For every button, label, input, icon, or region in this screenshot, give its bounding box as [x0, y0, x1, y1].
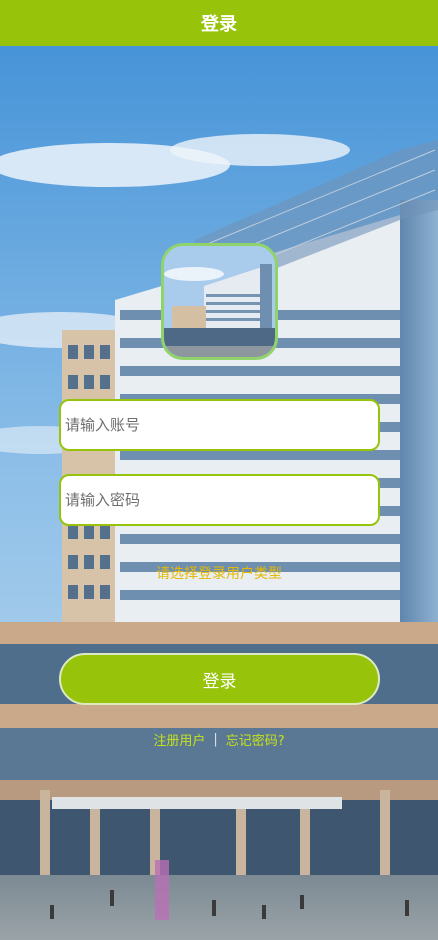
account-field[interactable]	[59, 399, 380, 451]
password-field[interactable]	[59, 474, 380, 526]
account-input[interactable]	[65, 401, 378, 449]
user-type-selector[interactable]: 请选择登录用户类型	[0, 563, 438, 583]
register-link[interactable]: 注册用户	[153, 730, 205, 749]
background-image	[0, 0, 438, 940]
link-separator: |	[213, 732, 218, 747]
password-input[interactable]	[65, 476, 378, 524]
login-button[interactable]: 登录	[59, 653, 380, 705]
forgot-password-link[interactable]: 忘记密码?	[226, 730, 285, 749]
hospital-logo-image	[161, 243, 278, 360]
footer-links: 注册用户 | 忘记密码?	[0, 730, 438, 749]
page-title: 登录	[0, 0, 438, 46]
